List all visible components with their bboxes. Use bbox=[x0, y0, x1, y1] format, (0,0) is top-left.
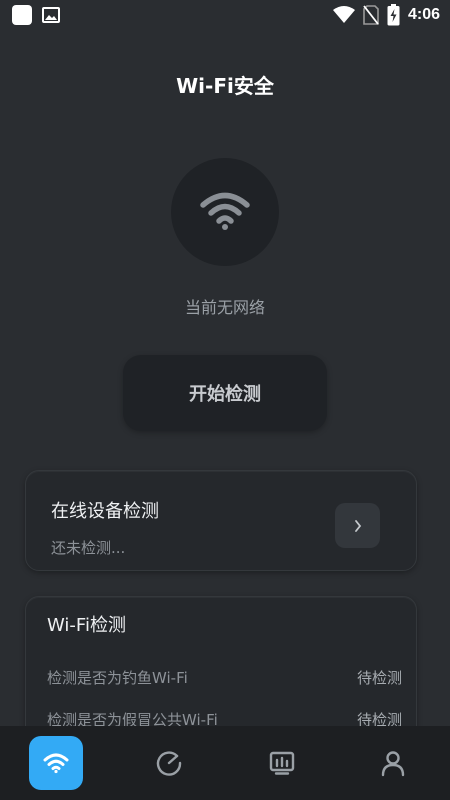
wifi-check-row-label: 检测是否为钓鱼Wi-Fi bbox=[47, 669, 188, 687]
nav-dashboard-tab[interactable] bbox=[255, 736, 309, 790]
wifi-icon bbox=[200, 192, 250, 230]
bottom-navigation bbox=[0, 726, 450, 800]
online-devices-subtitle: 还未检测... bbox=[51, 539, 126, 557]
wifi-icon bbox=[43, 753, 69, 774]
wifi-signal-icon bbox=[332, 6, 355, 23]
online-devices-title: 在线设备检测 bbox=[51, 501, 159, 522]
online-devices-card[interactable]: 在线设备检测 还未检测... bbox=[25, 470, 417, 571]
battery-charging-icon bbox=[387, 4, 400, 26]
status-time: 4:06 bbox=[407, 6, 440, 23]
status-bar-left bbox=[12, 5, 60, 25]
image-icon bbox=[42, 7, 60, 23]
no-sim-icon bbox=[363, 5, 379, 25]
nav-profile-tab[interactable] bbox=[366, 736, 420, 790]
chevron-right-icon bbox=[354, 519, 361, 532]
wifi-check-row: 检测是否为钓鱼Wi-Fi 待检测 bbox=[47, 667, 402, 688]
start-detection-button[interactable]: 开始检测 bbox=[123, 355, 327, 431]
network-status-text: 当前无网络 bbox=[184, 298, 265, 317]
status-bar: 4:06 bbox=[0, 0, 450, 30]
speed-dial-icon bbox=[156, 751, 182, 776]
nav-wifi-tab[interactable] bbox=[29, 736, 83, 790]
wifi-security-screen: 4:06 Wi-Fi安全 当前无网络 开始检测 在线设备检测 还未检测... W… bbox=[0, 0, 450, 800]
user-icon bbox=[381, 751, 405, 777]
wifi-check-row-status: 待检测 bbox=[356, 669, 402, 687]
status-bar-right: 4:06 bbox=[332, 4, 440, 26]
dashboard-icon bbox=[269, 751, 295, 775]
page-title: Wi-Fi安全 bbox=[176, 74, 274, 98]
nav-speed-tab[interactable] bbox=[142, 736, 196, 790]
online-devices-arrow-button[interactable] bbox=[335, 503, 380, 548]
wifi-check-title: Wi-Fi检测 bbox=[47, 615, 126, 636]
network-status-circle bbox=[171, 158, 279, 266]
app-square-icon bbox=[12, 5, 32, 25]
